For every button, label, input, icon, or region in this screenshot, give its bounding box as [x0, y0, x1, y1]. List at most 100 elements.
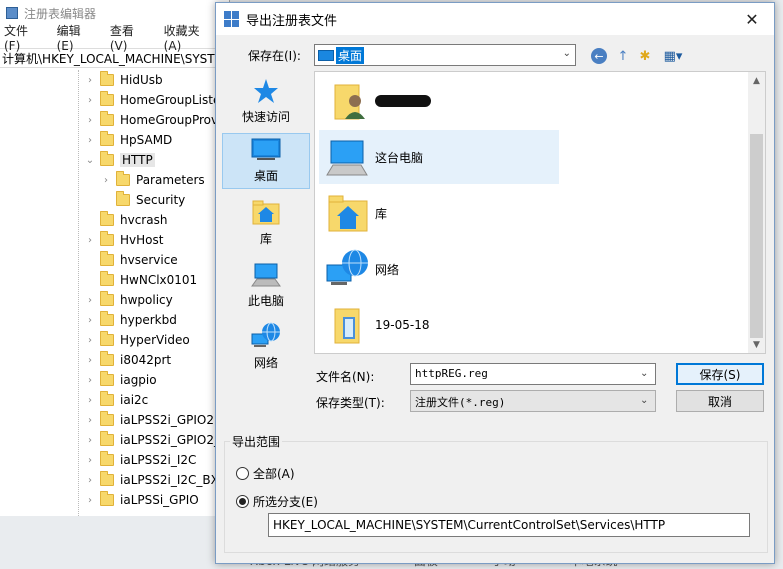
tree-item[interactable]: › Parameters: [100, 170, 205, 190]
menu-favorites[interactable]: 收藏夹(A): [164, 22, 215, 53]
tree-item[interactable]: › i8042prt: [84, 350, 171, 370]
radio-all[interactable]: 全部(A): [236, 465, 295, 482]
tree-item[interactable]: › iagpio: [84, 370, 157, 390]
radio-button-icon[interactable]: [236, 467, 249, 480]
chevron-right-icon[interactable]: ›: [84, 115, 96, 126]
chevron-right-icon[interactable]: ›: [84, 315, 96, 326]
view-menu-button[interactable]: ▦▾: [658, 45, 688, 67]
chevron-right-icon[interactable]: ›: [100, 175, 112, 186]
place-quick-access[interactable]: 快速访问: [222, 73, 310, 129]
tree-item-label: iaLPSS2i_I2C_BXT_P: [120, 473, 230, 487]
chevron-right-icon[interactable]: ›: [84, 335, 96, 346]
places-bar: 快速访问 桌面 库 此电脑 网络: [222, 73, 310, 370]
save-button[interactable]: 保存(S): [676, 363, 764, 385]
tree-item-label: iai2c: [120, 393, 149, 407]
chevron-right-icon[interactable]: ›: [84, 75, 96, 86]
desktop-icon: [251, 138, 281, 160]
network-globe-icon: [326, 249, 368, 285]
tree-item[interactable]: ⌄ HTTP: [84, 150, 155, 170]
chevron-right-icon[interactable]: ›: [84, 455, 96, 466]
folder-icon: [100, 231, 114, 246]
back-button[interactable]: ←: [588, 45, 610, 67]
chevron-right-icon[interactable]: ›: [84, 235, 96, 246]
tree-item[interactable]: Security: [100, 190, 185, 210]
tree-item[interactable]: › hyperkbd: [84, 310, 177, 330]
folder-icon: [100, 391, 114, 406]
save-in-dropdown[interactable]: 桌面 ⌄: [314, 44, 576, 66]
chevron-right-icon[interactable]: ›: [84, 435, 96, 446]
tree-item-label: iaLPSSi_GPIO: [120, 493, 199, 507]
chevron-right-icon[interactable]: ›: [84, 375, 96, 386]
file-item-user-folder[interactable]: [319, 74, 559, 128]
file-name-input[interactable]: httpREG.reg: [410, 363, 656, 385]
chevron-right-icon[interactable]: ›: [84, 395, 96, 406]
selected-branch-input[interactable]: HKEY_LOCAL_MACHINE\SYSTEM\CurrentControl…: [268, 513, 750, 537]
file-item-folder-19-05-18[interactable]: 19-05-18: [319, 298, 559, 352]
chevron-right-icon[interactable]: ›: [84, 415, 96, 426]
registry-address-bar[interactable]: 计算机\HKEY_LOCAL_MACHINE\SYSTEM: [0, 48, 229, 68]
scrollbar-thumb[interactable]: [750, 134, 763, 338]
chevron-right-icon[interactable]: ›: [84, 135, 96, 146]
tree-item-label: HpSAMD: [120, 133, 173, 147]
tree-item[interactable]: hvcrash: [84, 210, 167, 230]
new-folder-button[interactable]: ✱: [634, 45, 656, 67]
tree-item[interactable]: › HpSAMD: [84, 130, 172, 150]
place-library[interactable]: 库: [222, 195, 310, 251]
menu-view[interactable]: 查看(V): [110, 22, 150, 53]
file-item-label: 19-05-18: [375, 318, 430, 332]
up-folder-button[interactable]: ↑: [612, 45, 634, 67]
tree-item[interactable]: › HomeGroupProvider: [84, 110, 230, 130]
folder-icon: [100, 131, 114, 146]
menu-edit[interactable]: 编辑(E): [57, 22, 96, 53]
registry-app-icon: [6, 7, 18, 19]
cancel-button[interactable]: 取消: [676, 390, 764, 412]
tree-item[interactable]: › HidUsb: [84, 70, 163, 90]
file-type-dropdown[interactable]: 注册文件(*.reg): [410, 390, 656, 412]
tree-item[interactable]: › iaLPSSi_GPIO: [84, 490, 199, 510]
tree-item[interactable]: › HomeGroupListener: [84, 90, 230, 110]
folder-icon: [116, 191, 130, 206]
chevron-down-icon[interactable]: ⌄: [84, 155, 96, 166]
tree-item[interactable]: › iaLPSS2i_GPIO2: [84, 410, 214, 430]
close-button[interactable]: ✕: [730, 3, 774, 35]
tree-item[interactable]: hvservice: [84, 250, 178, 270]
place-network[interactable]: 网络: [222, 319, 310, 375]
tree-item[interactable]: › iaLPSS2i_GPIO2_BXT_P: [84, 430, 230, 450]
tree-item-label: hvcrash: [120, 213, 168, 227]
chevron-right-icon[interactable]: ›: [84, 295, 96, 306]
chevron-right-icon[interactable]: ›: [84, 355, 96, 366]
chevron-right-icon[interactable]: ›: [84, 475, 96, 486]
chevron-down-icon[interactable]: ⌄: [640, 368, 648, 379]
file-item-this-pc[interactable]: 这台电脑: [319, 130, 559, 184]
place-label: 库: [259, 232, 272, 246]
chevron-right-icon[interactable]: ›: [84, 95, 96, 106]
place-desktop[interactable]: 桌面: [222, 133, 310, 189]
folder-icon: [100, 491, 114, 506]
tree-item[interactable]: › iaLPSS2i_I2C_BXT_P: [84, 470, 230, 490]
file-item-network[interactable]: 网络: [319, 242, 559, 296]
radio-button-selected-icon[interactable]: [236, 495, 249, 508]
tree-item-label: Security: [136, 193, 186, 207]
file-list: 这台电脑 库 网络 19-05-18 ▲ ▼: [314, 71, 766, 354]
scroll-up-icon[interactable]: ▲: [748, 72, 765, 89]
tree-item-label: i8042prt: [120, 353, 172, 367]
tree-item[interactable]: › HyperVideo: [84, 330, 190, 350]
tree-item[interactable]: › iaLPSS2i_I2C: [84, 450, 196, 470]
scroll-down-icon[interactable]: ▼: [748, 336, 765, 353]
tree-item[interactable]: HwNClx0101: [84, 270, 197, 290]
place-this-pc[interactable]: 此电脑: [222, 257, 310, 313]
menu-file[interactable]: 文件(F): [4, 22, 43, 53]
tree-item[interactable]: › HvHost: [84, 230, 163, 250]
tree-item[interactable]: › iai2c: [84, 390, 148, 410]
chevron-down-icon[interactable]: ⌄: [640, 395, 648, 406]
back-arrow-icon: ←: [591, 48, 607, 64]
file-list-scrollbar[interactable]: ▲ ▼: [748, 72, 765, 353]
tree-item-label: HvHost: [120, 233, 164, 247]
file-item-library[interactable]: 库: [319, 186, 559, 240]
tree-item[interactable]: › hwpolicy: [84, 290, 173, 310]
save-in-value: 桌面: [336, 46, 365, 64]
folder-icon: [100, 151, 114, 166]
tree-item-label: iagpio: [120, 373, 157, 387]
chevron-right-icon[interactable]: ›: [84, 495, 96, 506]
radio-selected-branch[interactable]: 所选分支(E): [236, 493, 318, 510]
